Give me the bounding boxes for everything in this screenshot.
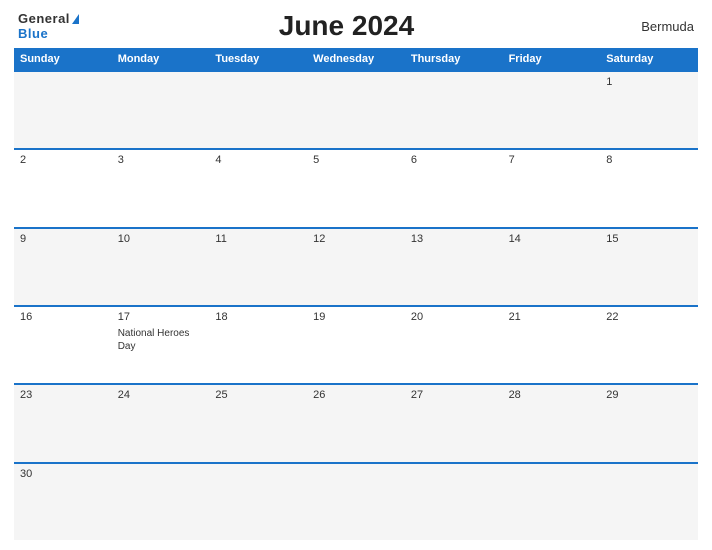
day-number: 4 xyxy=(215,154,301,166)
day-cell: 13 xyxy=(405,229,503,305)
day-cell xyxy=(307,72,405,148)
day-number: 23 xyxy=(20,389,106,401)
week-row-3: 9 10 11 12 13 14 15 xyxy=(14,227,698,305)
day-number: 17 xyxy=(118,311,204,323)
day-cell: 29 xyxy=(600,385,698,461)
day-cell: 2 xyxy=(14,150,112,226)
week-row-6: 30 xyxy=(14,462,698,540)
day-number: 24 xyxy=(118,389,204,401)
day-cell: 17 National Heroes Day xyxy=(112,307,210,383)
day-cell xyxy=(600,464,698,540)
logo-blue-text: Blue xyxy=(18,26,48,41)
calendar-page: General Blue June 2024 Bermuda Sunday Mo… xyxy=(0,0,712,550)
day-cell: 1 xyxy=(600,72,698,148)
day-cell: 22 xyxy=(600,307,698,383)
day-cell: 16 xyxy=(14,307,112,383)
day-number: 21 xyxy=(509,311,595,323)
day-cell: 21 xyxy=(503,307,601,383)
logo: General Blue xyxy=(18,11,79,41)
day-number: 12 xyxy=(313,233,399,245)
day-number: 25 xyxy=(215,389,301,401)
day-cell: 11 xyxy=(209,229,307,305)
day-cell: 3 xyxy=(112,150,210,226)
day-header-sunday: Sunday xyxy=(14,48,112,70)
day-cell: 20 xyxy=(405,307,503,383)
region-label: Bermuda xyxy=(614,19,694,34)
day-number: 18 xyxy=(215,311,301,323)
day-cell: 8 xyxy=(600,150,698,226)
week-row-4: 16 17 National Heroes Day 18 19 20 21 22 xyxy=(14,305,698,383)
day-cell: 18 xyxy=(209,307,307,383)
day-cell xyxy=(112,464,210,540)
day-cell: 25 xyxy=(209,385,307,461)
day-cell: 30 xyxy=(14,464,112,540)
day-cell: 12 xyxy=(307,229,405,305)
day-header-saturday: Saturday xyxy=(600,48,698,70)
weeks-container: 1234567891011121314151617National Heroes… xyxy=(14,70,698,540)
day-cell: 6 xyxy=(405,150,503,226)
day-cell: 10 xyxy=(112,229,210,305)
day-cell xyxy=(405,72,503,148)
day-number: 10 xyxy=(118,233,204,245)
day-number: 27 xyxy=(411,389,497,401)
day-number: 11 xyxy=(215,233,301,245)
day-cell xyxy=(14,72,112,148)
day-cell: 26 xyxy=(307,385,405,461)
day-number: 19 xyxy=(313,311,399,323)
day-header-tuesday: Tuesday xyxy=(209,48,307,70)
day-cell xyxy=(405,464,503,540)
day-cell xyxy=(307,464,405,540)
day-header-thursday: Thursday xyxy=(405,48,503,70)
day-header-wednesday: Wednesday xyxy=(307,48,405,70)
day-cell xyxy=(503,464,601,540)
day-cell: 14 xyxy=(503,229,601,305)
calendar-title: June 2024 xyxy=(79,10,614,42)
days-header: Sunday Monday Tuesday Wednesday Thursday… xyxy=(14,48,698,70)
day-number: 7 xyxy=(509,154,595,166)
day-number: 6 xyxy=(411,154,497,166)
week-row-2: 2345678 xyxy=(14,148,698,226)
day-cell xyxy=(209,464,307,540)
day-event: National Heroes Day xyxy=(118,327,204,353)
day-number: 22 xyxy=(606,311,692,323)
day-number: 20 xyxy=(411,311,497,323)
day-number: 9 xyxy=(20,233,106,245)
day-number: 13 xyxy=(411,233,497,245)
day-cell: 5 xyxy=(307,150,405,226)
day-cell: 7 xyxy=(503,150,601,226)
day-cell: 24 xyxy=(112,385,210,461)
day-number: 28 xyxy=(509,389,595,401)
day-number: 8 xyxy=(606,154,692,166)
day-cell: 4 xyxy=(209,150,307,226)
calendar-grid: Sunday Monday Tuesday Wednesday Thursday… xyxy=(14,48,698,540)
day-number: 2 xyxy=(20,154,106,166)
day-header-friday: Friday xyxy=(503,48,601,70)
day-number: 15 xyxy=(606,233,692,245)
day-number: 1 xyxy=(606,76,692,88)
day-number: 3 xyxy=(118,154,204,166)
week-row-5: 23 24 25 26 27 28 29 xyxy=(14,383,698,461)
day-header-monday: Monday xyxy=(112,48,210,70)
day-cell: 15 xyxy=(600,229,698,305)
day-cell xyxy=(112,72,210,148)
header: General Blue June 2024 Bermuda xyxy=(0,0,712,48)
week-row-1: 1 xyxy=(14,70,698,148)
day-cell: 28 xyxy=(503,385,601,461)
logo-triangle-icon xyxy=(72,14,79,24)
day-number: 29 xyxy=(606,389,692,401)
day-cell: 19 xyxy=(307,307,405,383)
day-number: 14 xyxy=(509,233,595,245)
day-cell xyxy=(209,72,307,148)
logo-general-text: General xyxy=(18,11,70,26)
day-number: 16 xyxy=(20,311,106,323)
day-cell: 27 xyxy=(405,385,503,461)
day-cell: 23 xyxy=(14,385,112,461)
day-number: 5 xyxy=(313,154,399,166)
day-cell xyxy=(503,72,601,148)
day-cell: 9 xyxy=(14,229,112,305)
day-number: 30 xyxy=(20,468,106,480)
day-number: 26 xyxy=(313,389,399,401)
